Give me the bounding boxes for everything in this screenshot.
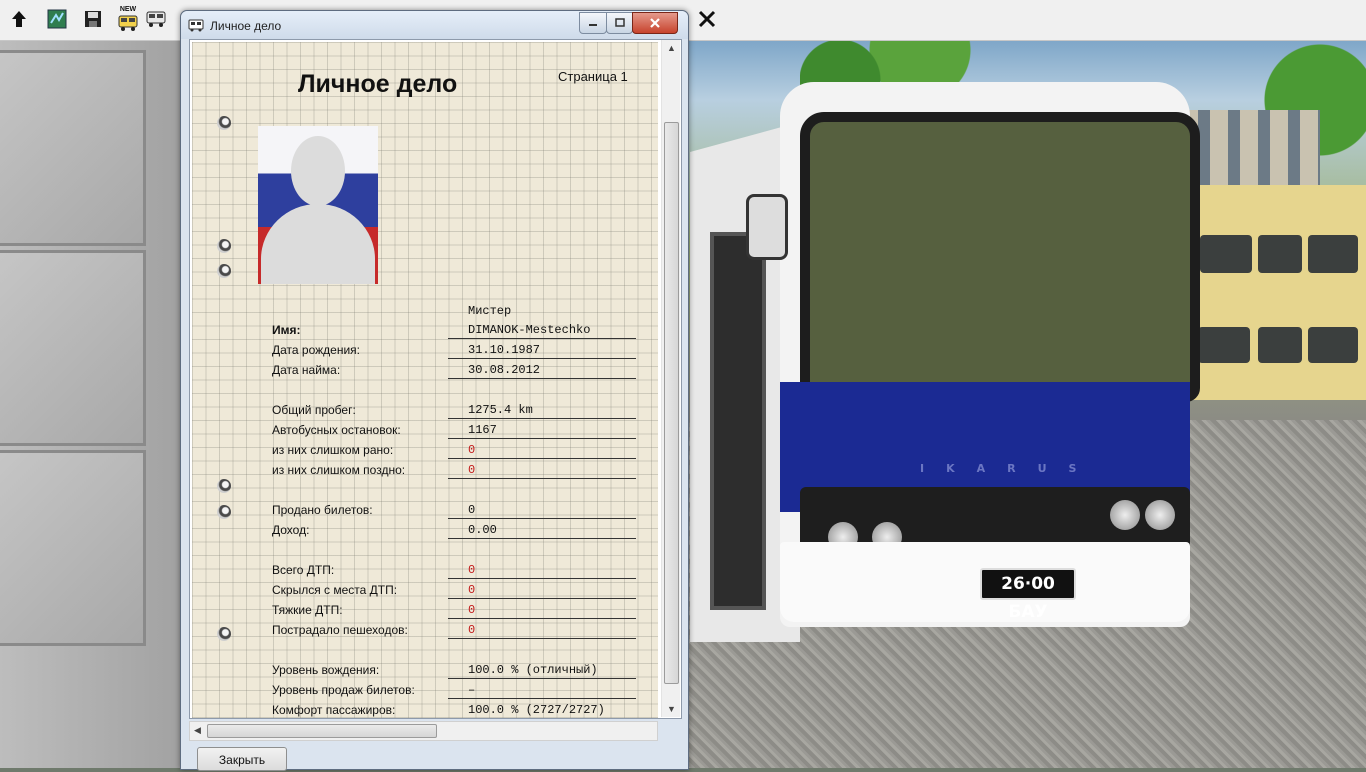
field-value: 0 [468, 463, 476, 477]
field-label: Скрылся с места ДТП: [272, 583, 398, 597]
field-value: 0 [468, 623, 476, 637]
save-icon[interactable] [80, 6, 106, 32]
field-label: Уровень вождения: [272, 663, 380, 677]
vertical-scroll-thumb[interactable] [664, 122, 679, 684]
binder-hole-icon [217, 264, 231, 278]
field-value: 1275.4 km [468, 403, 533, 417]
field-label: Дата найма: [272, 363, 341, 377]
field-label: Продано билетов: [272, 503, 373, 517]
field-value: 31.10.1987 [468, 343, 541, 357]
field-value: DIMANOK-Mestechko [468, 323, 591, 337]
salutation-value: Мистер [468, 304, 512, 318]
new-badge-label: NEW [119, 6, 137, 13]
field-label: Уровень продаж билетов: [272, 683, 415, 697]
field-value: 0 [468, 503, 476, 517]
bus-icon [188, 19, 204, 32]
map-icon[interactable] [44, 6, 70, 32]
field-value: 0 [468, 443, 476, 457]
field-label: из них слишком рано: [272, 443, 394, 457]
window-close-button[interactable] [632, 12, 678, 34]
bus-license-plate: 26·00 БАУ [980, 568, 1076, 622]
field-label: Дата рождения: [272, 343, 360, 357]
maximize-button[interactable] [606, 12, 633, 34]
field-value: – [468, 683, 476, 697]
minimize-icon [589, 24, 597, 26]
document-viewport[interactable]: Личное дело Страница 1 Мистер Имя: DIMAN… [189, 39, 682, 719]
maximize-icon [614, 18, 625, 27]
field-label: из них слишком поздно: [272, 463, 406, 477]
field-label: Имя: [272, 323, 301, 337]
field-label: Тяжкие ДТП: [272, 603, 343, 617]
bus-icon [118, 15, 138, 31]
bus-brand-text: IKARUS [920, 462, 1099, 475]
scroll-down-arrow-icon[interactable]: ▼ [667, 704, 676, 714]
field-value: 0 [468, 563, 476, 577]
binder-hole-icon [217, 505, 231, 519]
scroll-up-arrow-icon[interactable]: ▲ [667, 43, 676, 53]
field-value: 30.08.2012 [468, 363, 541, 377]
field-value: 0.00 [468, 523, 497, 537]
up-arrow-icon[interactable] [6, 6, 32, 32]
field-label: Пострадало пешеходов: [272, 623, 408, 637]
field-value: 1167 [468, 423, 497, 437]
field-label: Всего ДТП: [272, 563, 335, 577]
binder-hole-icon [217, 239, 231, 253]
close-button[interactable]: Закрыть [197, 747, 287, 771]
window-titlebar[interactable]: Личное дело [181, 11, 688, 39]
field-label: Комфорт пассажиров: [272, 703, 396, 717]
horizontal-scroll-thumb[interactable] [207, 724, 437, 738]
scroll-left-arrow-icon[interactable]: ◀ [194, 725, 201, 736]
personnel-file-window: Личное дело Личное дело Страница 1 Мисте… [180, 10, 689, 771]
garage-wall [0, 40, 180, 768]
window-title: Личное дело [210, 19, 282, 33]
document-page: Личное дело Страница 1 Мистер Имя: DIMAN… [192, 42, 658, 718]
vertical-scrollbar[interactable]: ▲ ▼ [661, 40, 680, 717]
field-value: 100.0 % (отличный) [468, 663, 598, 677]
page-number: Страница 1 [558, 69, 628, 84]
field-value: 0 [468, 583, 476, 597]
document-heading: Личное дело [298, 70, 458, 98]
bus-swap-icon[interactable] [143, 6, 169, 32]
binder-hole-icon [217, 479, 231, 493]
field-value: 0 [468, 603, 476, 617]
close-icon[interactable] [694, 6, 720, 32]
field-label: Общий пробег: [272, 403, 356, 417]
close-icon [650, 18, 660, 28]
binder-hole-icon [217, 116, 231, 130]
field-label: Автобусных остановок: [272, 423, 401, 437]
new-bus-button[interactable]: NEW [115, 2, 141, 36]
horizontal-scrollbar[interactable]: ◀ [189, 721, 658, 741]
ikarus-bus: IKARUS 26·00 БАУ [690, 82, 1200, 662]
minimize-button[interactable] [579, 12, 607, 34]
field-label: Доход: [272, 523, 310, 537]
field-value: 100.0 % (2727/2727) [468, 703, 605, 717]
binder-hole-icon [217, 627, 231, 641]
driver-photo [258, 126, 378, 284]
